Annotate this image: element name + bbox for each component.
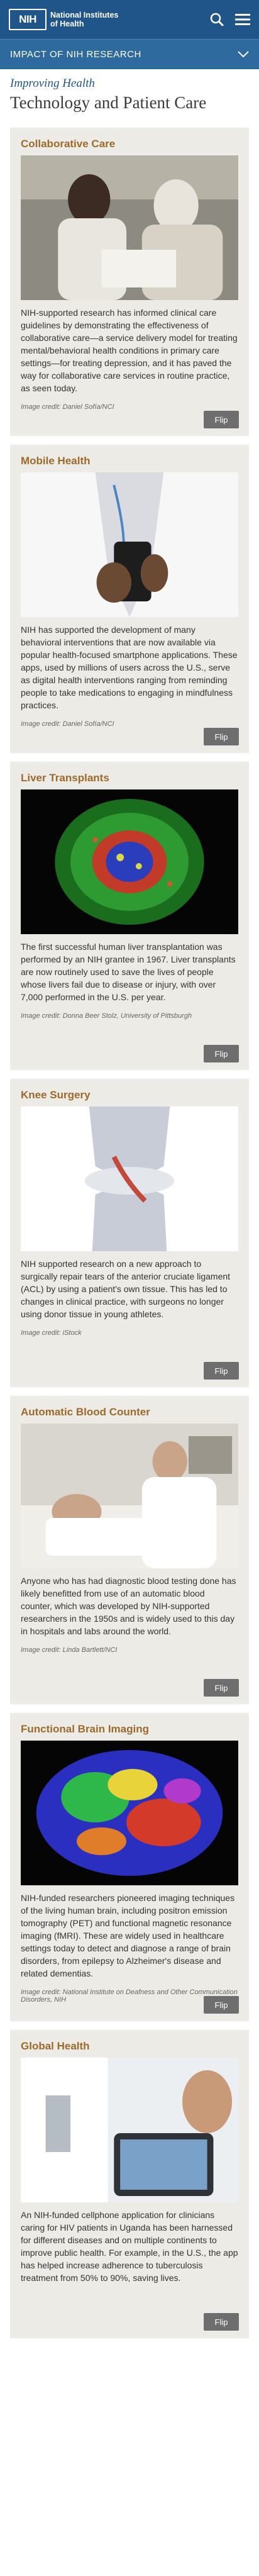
flip-button[interactable]: Flip <box>204 1996 239 2014</box>
card-automatic-blood-counter: Automatic Blood Counter Anyone who has h… <box>10 1396 249 1704</box>
card-image <box>21 1424 238 1568</box>
card-credit: Image credit: Donna Beer Stolz, Universi… <box>21 1012 192 1020</box>
chevron-down-icon <box>238 49 249 60</box>
card-credit: Image credit: Daniel Sofía/NCI <box>21 403 114 411</box>
menu-icon[interactable] <box>235 13 250 26</box>
flip-button[interactable]: Flip <box>204 411 239 428</box>
section-nav-label: IMPACT OF NIH RESEARCH <box>10 49 141 60</box>
logo-line-1: National Institutes <box>50 11 119 20</box>
card-image <box>21 789 238 934</box>
card-image <box>21 1107 238 1251</box>
card-title: Mobile Health <box>21 455 91 467</box>
section-label: Improving Health <box>10 77 95 90</box>
flip-button[interactable]: Flip <box>204 728 239 745</box>
card-title: Automatic Blood Counter <box>21 1406 150 1418</box>
nih-logo[interactable]: NIH National Institutes of Health <box>9 9 118 30</box>
card-title: Liver Transplants <box>21 772 109 784</box>
card-global-health: Global Health An NIH-funded cellphone ap… <box>10 2030 249 2338</box>
card-credit: Image credit: iStock <box>21 1329 82 1337</box>
card-title: Collaborative Care <box>21 138 116 150</box>
logo-line-2: of Health <box>50 20 84 28</box>
card-body: Anyone who has had diagnostic blood test… <box>21 1576 236 1636</box>
card-body: NIH-supported research has informed clin… <box>21 308 238 393</box>
logo-text: National Institutes of Health <box>50 11 118 28</box>
card-mobile-health: Mobile Health NIH has supported the deve… <box>10 445 249 753</box>
card-body: The first successful human liver transpl… <box>21 942 236 1002</box>
logo-mark: NIH <box>9 9 47 30</box>
section-nav-toggle[interactable]: IMPACT OF NIH RESEARCH <box>0 39 259 69</box>
card-liver-transplants: Liver Transplants The first successful h… <box>10 762 249 1070</box>
top-bar: NIH National Institutes of Health <box>0 0 259 39</box>
page-header: Improving Health Technology and Patient … <box>0 69 259 119</box>
card-body: NIH-funded researchers pioneered imaging… <box>21 1893 235 1978</box>
card-image <box>21 472 238 617</box>
card-image <box>21 1741 238 1885</box>
card-title: Global Health <box>21 2040 90 2052</box>
card-functional-brain-imaging: Functional Brain Imaging NIH-funded rese… <box>10 1713 249 2021</box>
card-credit: Image credit: Daniel Sofía/NCI <box>21 720 114 728</box>
page-title: Technology and Patient Care <box>10 93 207 112</box>
card-knee-surgery: Knee Surgery NIH supported research on a… <box>10 1079 249 1387</box>
flip-button[interactable]: Flip <box>204 1362 239 1380</box>
card-body: NIH has supported the development of man… <box>21 625 238 710</box>
card-title: Functional Brain Imaging <box>21 1723 150 1735</box>
flip-button[interactable]: Flip <box>204 1045 239 1062</box>
card-image <box>21 155 238 300</box>
search-icon[interactable] <box>210 13 224 26</box>
flip-button[interactable]: Flip <box>204 2313 239 2331</box>
flip-button[interactable]: Flip <box>204 1679 239 1697</box>
card-body: NIH supported research on a new approach… <box>21 1259 231 1319</box>
card-body: An NIH-funded cellphone application for … <box>21 2210 238 2283</box>
card-title: Knee Surgery <box>21 1089 91 1101</box>
card-collaborative-care: Collaborative Care NIH-supported researc… <box>10 128 249 436</box>
card-image <box>21 2058 238 2202</box>
card-credit: Image credit: Linda Bartlett/NCI <box>21 1646 118 1654</box>
